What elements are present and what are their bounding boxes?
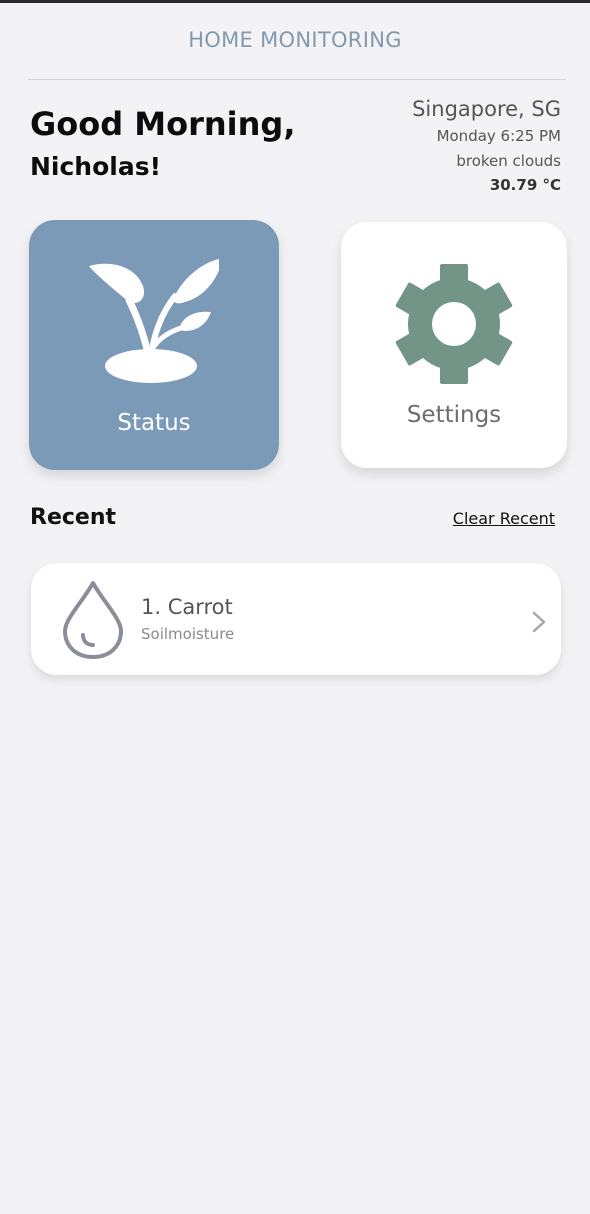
recent-heading: Recent — [30, 505, 117, 530]
user-name: Nicholas! — [30, 152, 162, 181]
chevron-right-icon — [532, 611, 546, 633]
settings-tile-button[interactable]: Settings — [341, 222, 567, 468]
weather-description: broken clouds — [456, 152, 561, 170]
weather-city: Singapore, SG — [412, 97, 561, 121]
recent-item-card[interactable]: 1. Carrot Soilmoisture — [31, 563, 561, 675]
header-divider — [28, 79, 566, 80]
recent-item-subtitle: Soilmoisture — [141, 625, 235, 643]
weather-datetime: Monday 6:25 PM — [436, 127, 561, 145]
recent-item-title: 1. Carrot — [141, 595, 233, 619]
settings-tile-label: Settings — [406, 402, 502, 428]
clear-recent-link[interactable]: Clear Recent — [453, 508, 555, 530]
greeting-text: Good Morning, — [30, 105, 296, 143]
gear-icon — [395, 264, 513, 384]
weather-panel: Singapore, SG Monday 6:25 PM broken clou… — [301, 95, 561, 197]
weather-temperature: 30.79 °C — [489, 176, 561, 194]
status-tile-label: Status — [117, 410, 191, 436]
status-tile-button[interactable]: Status — [29, 220, 279, 470]
plant-icon — [89, 259, 219, 383]
app-title: HOME MONITORING — [188, 28, 402, 52]
water-drop-icon — [63, 581, 123, 659]
top-edge — [0, 0, 590, 3]
